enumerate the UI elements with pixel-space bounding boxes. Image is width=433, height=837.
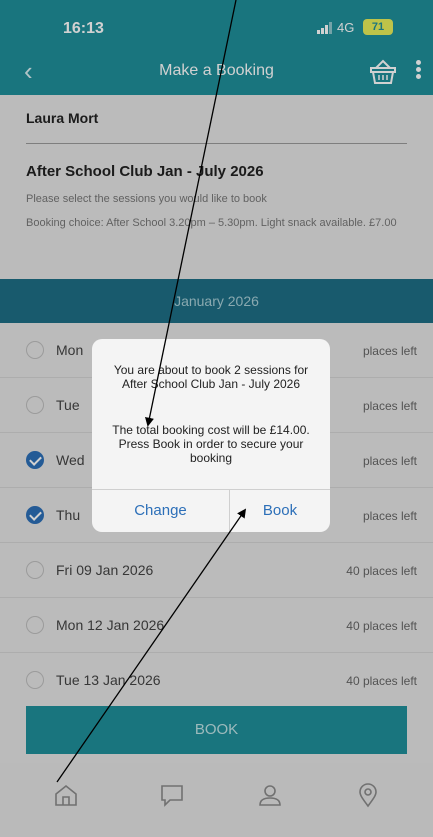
dialog-message: You are about to book 2 sessions for Aft… — [113, 363, 309, 391]
dialog-cost-message: The total booking cost will be £14.00. P… — [112, 423, 310, 465]
confirm-book-button[interactable]: Book — [230, 490, 330, 532]
change-button[interactable]: Change — [92, 490, 229, 532]
booking-confirm-dialog: You are about to book 2 sessions for Aft… — [92, 339, 330, 532]
